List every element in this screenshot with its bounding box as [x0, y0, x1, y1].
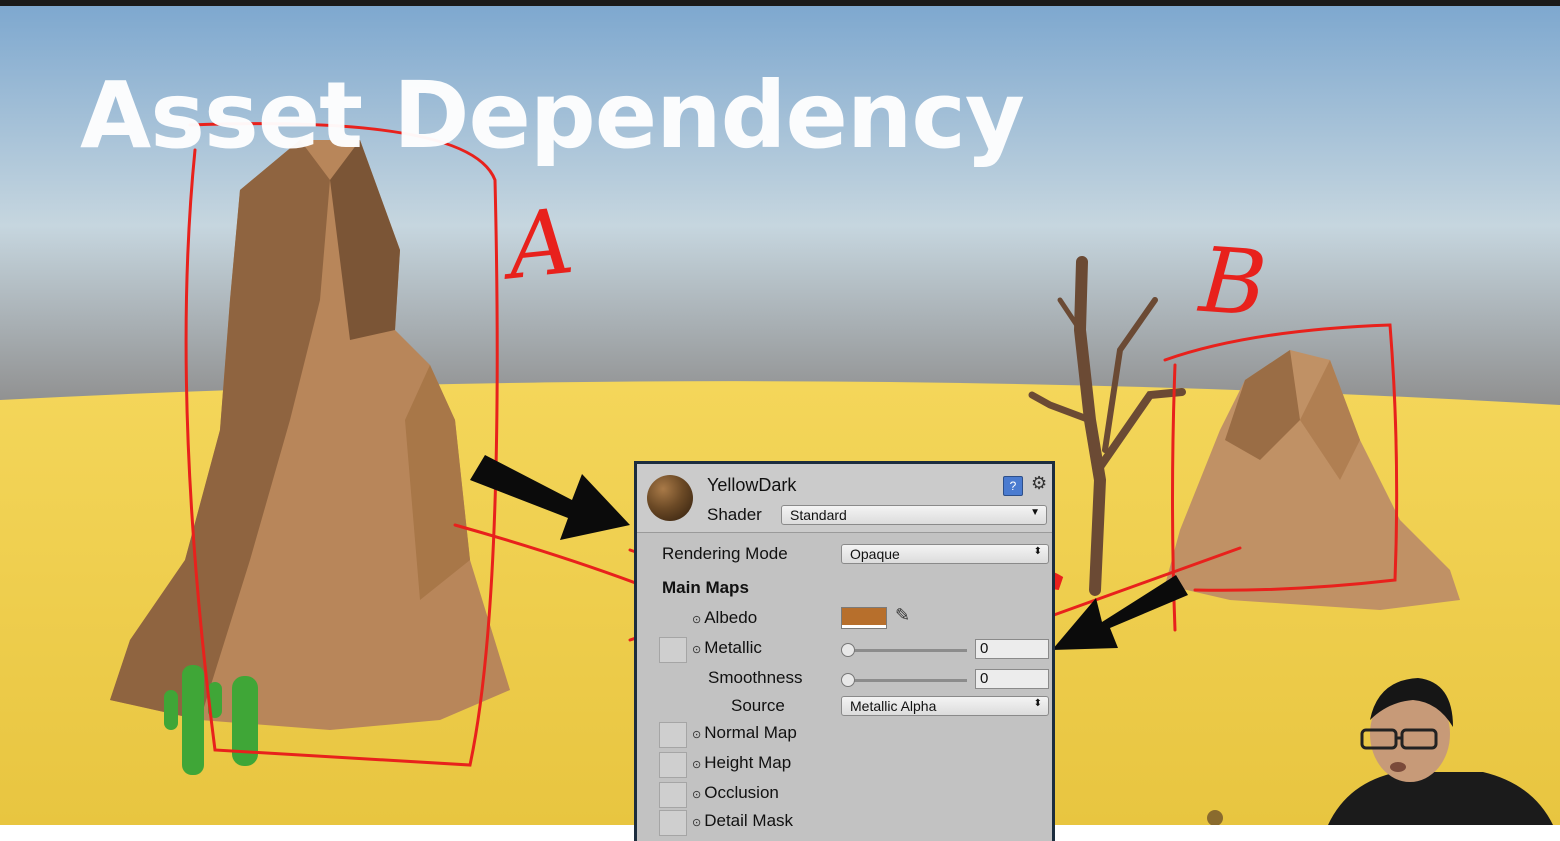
texture-picker-icon[interactable]: ⊙	[692, 817, 701, 829]
texture-picker-icon[interactable]: ⊙	[692, 729, 701, 741]
chevron-down-icon: ▼	[1030, 507, 1040, 518]
annotation-label-a: A	[502, 188, 579, 301]
shader-label: Shader	[707, 505, 762, 524]
metallic-value-field[interactable]: 0	[975, 639, 1049, 659]
material-name: YellowDark	[707, 475, 797, 495]
smoothness-slider-handle[interactable]	[841, 673, 855, 687]
source-dropdown[interactable]: Metallic Alpha ⬍	[841, 696, 1049, 716]
metallic-texture-slot[interactable]	[659, 637, 687, 663]
occlusion-label: Occlusion	[704, 783, 779, 802]
texture-picker-icon[interactable]: ⊙	[692, 789, 701, 801]
height-map-row: ⊙ Height Map	[692, 753, 791, 773]
help-book-icon[interactable]: ?	[1003, 476, 1023, 496]
shader-dropdown-value: Standard	[790, 507, 847, 523]
shader-dropdown[interactable]: Standard ▼	[781, 505, 1047, 525]
metallic-slider-track[interactable]	[847, 649, 967, 652]
occlusion-texture-slot[interactable]	[659, 782, 687, 808]
albedo-color-swatch[interactable]	[841, 607, 887, 629]
source-label: Source	[731, 696, 785, 715]
metallic-row: ⊙ Metallic	[692, 638, 762, 658]
occlusion-row: ⊙ Occlusion	[692, 783, 779, 803]
material-inspector-panel: YellowDark Shader Standard ▼ ? ⚙ Renderi…	[634, 461, 1055, 841]
presenter-webcam	[1328, 678, 1553, 825]
height-map-label: Height Map	[704, 753, 792, 772]
inspector-header: YellowDark Shader Standard ▼ ? ⚙	[637, 464, 1052, 533]
slide-title: Asset Dependency	[80, 62, 1025, 169]
rendering-mode-label: Rendering Mode	[662, 544, 788, 563]
texture-picker-icon[interactable]: ⊙	[692, 759, 701, 771]
albedo-label: Albedo	[704, 608, 758, 627]
rendering-mode-value: Opaque	[850, 546, 900, 562]
annotation-label-b: B	[1196, 227, 1270, 338]
updown-arrows-icon: ⬍	[1033, 698, 1042, 709]
detail-mask-texture-slot[interactable]	[659, 810, 687, 836]
normal-map-label: Normal Map	[704, 723, 797, 742]
detail-mask-label: Detail Mask	[704, 811, 794, 830]
material-preview-sphere	[647, 475, 693, 521]
albedo-row: ⊙ Albedo	[692, 608, 757, 628]
smoothness-label: Smoothness	[708, 668, 803, 687]
eyedropper-icon[interactable]: ✎	[895, 605, 910, 626]
texture-picker-icon[interactable]: ⊙	[692, 644, 701, 656]
source-value: Metallic Alpha	[850, 698, 937, 714]
texture-picker-icon[interactable]: ⊙	[692, 614, 701, 626]
normal-map-texture-slot[interactable]	[659, 722, 687, 748]
rendering-mode-dropdown[interactable]: Opaque ⬍	[841, 544, 1049, 564]
height-map-texture-slot[interactable]	[659, 752, 687, 778]
smoothness-value-field[interactable]: 0	[975, 669, 1049, 689]
gear-icon[interactable]: ⚙	[1031, 473, 1047, 494]
smoothness-slider-track[interactable]	[847, 679, 967, 682]
metallic-slider-handle[interactable]	[841, 643, 855, 657]
metallic-label: Metallic	[704, 638, 762, 657]
main-maps-heading: Main Maps	[662, 578, 749, 597]
detail-mask-row: ⊙ Detail Mask	[692, 811, 793, 831]
normal-map-row: ⊙ Normal Map	[692, 723, 797, 743]
updown-arrows-icon: ⬍	[1033, 546, 1042, 557]
